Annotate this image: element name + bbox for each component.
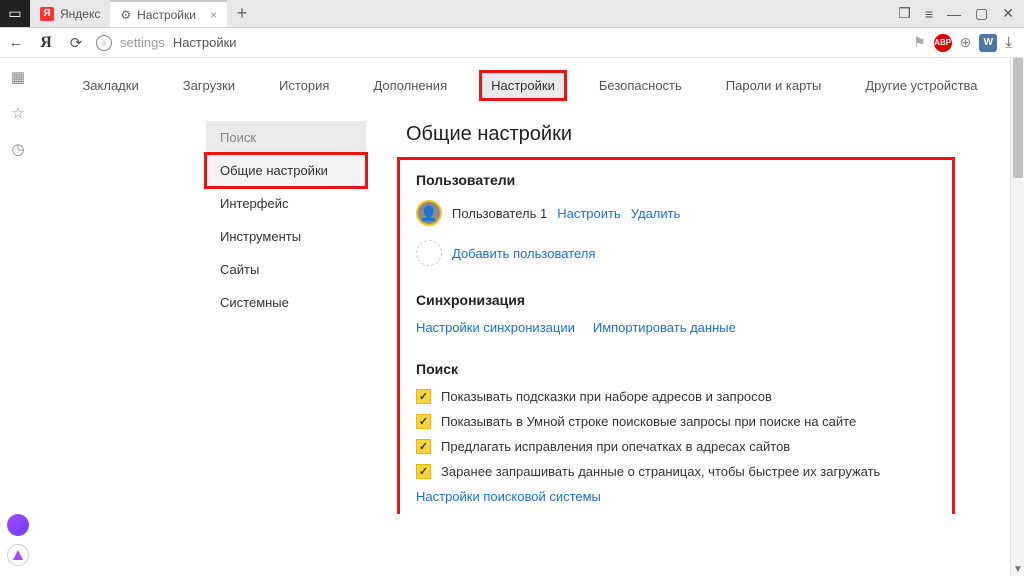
sync-heading: Синхронизация xyxy=(416,292,936,308)
address-field[interactable]: ○ settings Настройки xyxy=(96,35,903,51)
star-icon[interactable]: ☆ xyxy=(11,104,24,122)
sidenav-sites[interactable]: Сайты xyxy=(206,253,366,286)
topnav-addons[interactable]: Дополнения xyxy=(363,72,457,99)
settings-top-nav: Закладки Загрузки История Дополнения Нас… xyxy=(36,58,1024,113)
vk-extension-icon[interactable]: W xyxy=(979,34,997,52)
avatar[interactable]: 👤 xyxy=(416,200,442,226)
search-option: ✓ Предлагать исправления при опечатках в… xyxy=(416,439,936,454)
search-engine-settings-link[interactable]: Настройки поисковой системы xyxy=(416,489,601,504)
downloads-icon[interactable]: ⤓ xyxy=(1005,34,1012,51)
sidenav-search[interactable]: Поиск xyxy=(206,121,366,154)
grid-icon[interactable]: ▦ xyxy=(11,68,25,86)
add-avatar-placeholder xyxy=(416,240,442,266)
tab-label: Настройки xyxy=(137,8,196,22)
checkbox-checked[interactable]: ✓ xyxy=(416,439,431,454)
topnav-passwords[interactable]: Пароли и карты xyxy=(716,72,832,99)
yandex-home-button[interactable]: Я xyxy=(36,34,56,52)
delete-user-link[interactable]: Удалить xyxy=(631,206,681,221)
checkbox-checked[interactable]: ✓ xyxy=(416,414,431,429)
topnav-bookmarks[interactable]: Закладки xyxy=(72,72,148,99)
search-option: ✓ Показывать подсказки при наборе адресо… xyxy=(416,389,936,404)
option-label: Предлагать исправления при опечатках в а… xyxy=(441,439,790,454)
topnav-settings[interactable]: Настройки xyxy=(481,72,565,99)
back-button[interactable]: ← xyxy=(6,34,26,51)
users-heading: Пользователи xyxy=(416,172,936,188)
panel-toggle-icon[interactable]: ❐ xyxy=(898,5,911,22)
globe-extension-icon[interactable]: ⊕ xyxy=(960,34,972,51)
vertical-scrollbar[interactable]: ▲ ▼ xyxy=(1010,58,1024,576)
checkbox-checked[interactable]: ✓ xyxy=(416,389,431,404)
sidenav-general[interactable]: Общие настройки xyxy=(206,154,366,187)
site-info-icon[interactable]: ○ xyxy=(96,35,112,51)
sidenav-system[interactable]: Системные xyxy=(206,286,366,319)
sidenav-tools[interactable]: Инструменты xyxy=(206,220,366,253)
gear-icon: ⚙ xyxy=(120,8,131,22)
address-host: settings xyxy=(120,35,165,50)
alice-icon[interactable] xyxy=(7,514,29,536)
user-name: Пользователь 1 xyxy=(452,206,547,221)
option-label: Показывать в Умной строке поисковые запр… xyxy=(441,414,856,429)
window-maximize-icon[interactable]: ▢ xyxy=(975,5,988,22)
add-user-link[interactable]: Добавить пользователя xyxy=(452,246,595,261)
search-option: ✓ Показывать в Умной строке поисковые за… xyxy=(416,414,936,429)
menu-icon[interactable]: ≡ xyxy=(925,6,933,22)
page-title: Общие настройки xyxy=(406,123,946,146)
address-page: Настройки xyxy=(173,35,237,50)
yandex-favicon: Я xyxy=(40,7,54,21)
topnav-devices[interactable]: Другие устройства xyxy=(855,72,987,99)
address-bar: ← Я ⟳ ○ settings Настройки ⚑ ABP ⊕ W ⤓ xyxy=(0,28,1024,58)
option-label: Показывать подсказки при наборе адресов … xyxy=(441,389,772,404)
browser-tab[interactable]: Я Яндекс xyxy=(30,0,110,27)
checkbox-checked[interactable]: ✓ xyxy=(416,464,431,479)
topnav-security[interactable]: Безопасность xyxy=(589,72,692,99)
sync-section: Синхронизация Настройки синхронизации Им… xyxy=(416,292,936,335)
tab-label: Яндекс xyxy=(60,7,100,21)
reload-button[interactable]: ⟳ xyxy=(66,34,86,52)
topnav-history[interactable]: История xyxy=(269,72,339,99)
window-minimize-icon[interactable]: — xyxy=(947,6,961,22)
app-menu-button[interactable]: ▭ xyxy=(0,0,30,27)
search-option: ✓ Заранее запрашивать данные о страницах… xyxy=(416,464,936,479)
sync-settings-link[interactable]: Настройки синхронизации xyxy=(416,320,575,335)
topnav-downloads[interactable]: Загрузки xyxy=(173,72,245,99)
scroll-down-icon[interactable]: ▼ xyxy=(1011,562,1024,576)
users-section: Пользователи 👤 Пользователь 1 Настроить … xyxy=(416,172,936,266)
search-heading: Поиск xyxy=(416,361,936,377)
close-tab-icon[interactable]: × xyxy=(210,8,217,22)
new-tab-button[interactable]: + xyxy=(227,0,257,27)
titlebar: ▭ Я Яндекс ⚙ Настройки × + ❐ ≡ — ▢ ✕ xyxy=(0,0,1024,28)
left-rail: ▦ ☆ ◷ xyxy=(0,58,36,576)
window-close-icon[interactable]: ✕ xyxy=(1002,5,1014,22)
bookmark-icon[interactable]: ⚑ xyxy=(913,34,926,51)
alice-voice-icon[interactable] xyxy=(7,544,29,566)
settings-panel: Общие настройки Пользователи 👤 Пользоват… xyxy=(386,113,946,514)
option-label: Заранее запрашивать данные о страницах, … xyxy=(441,464,880,479)
clock-icon[interactable]: ◷ xyxy=(11,140,24,158)
configure-user-link[interactable]: Настроить xyxy=(557,206,621,221)
scroll-thumb[interactable] xyxy=(1013,58,1023,178)
sidenav-interface[interactable]: Интерфейс xyxy=(206,187,366,220)
adblock-extension-icon[interactable]: ABP xyxy=(934,34,952,52)
search-section: Поиск ✓ Показывать подсказки при наборе … xyxy=(416,361,936,504)
import-data-link[interactable]: Импортировать данные xyxy=(593,320,736,335)
settings-side-nav: Поиск Общие настройки Интерфейс Инструме… xyxy=(206,113,366,514)
browser-tab-active[interactable]: ⚙ Настройки × xyxy=(110,0,227,27)
